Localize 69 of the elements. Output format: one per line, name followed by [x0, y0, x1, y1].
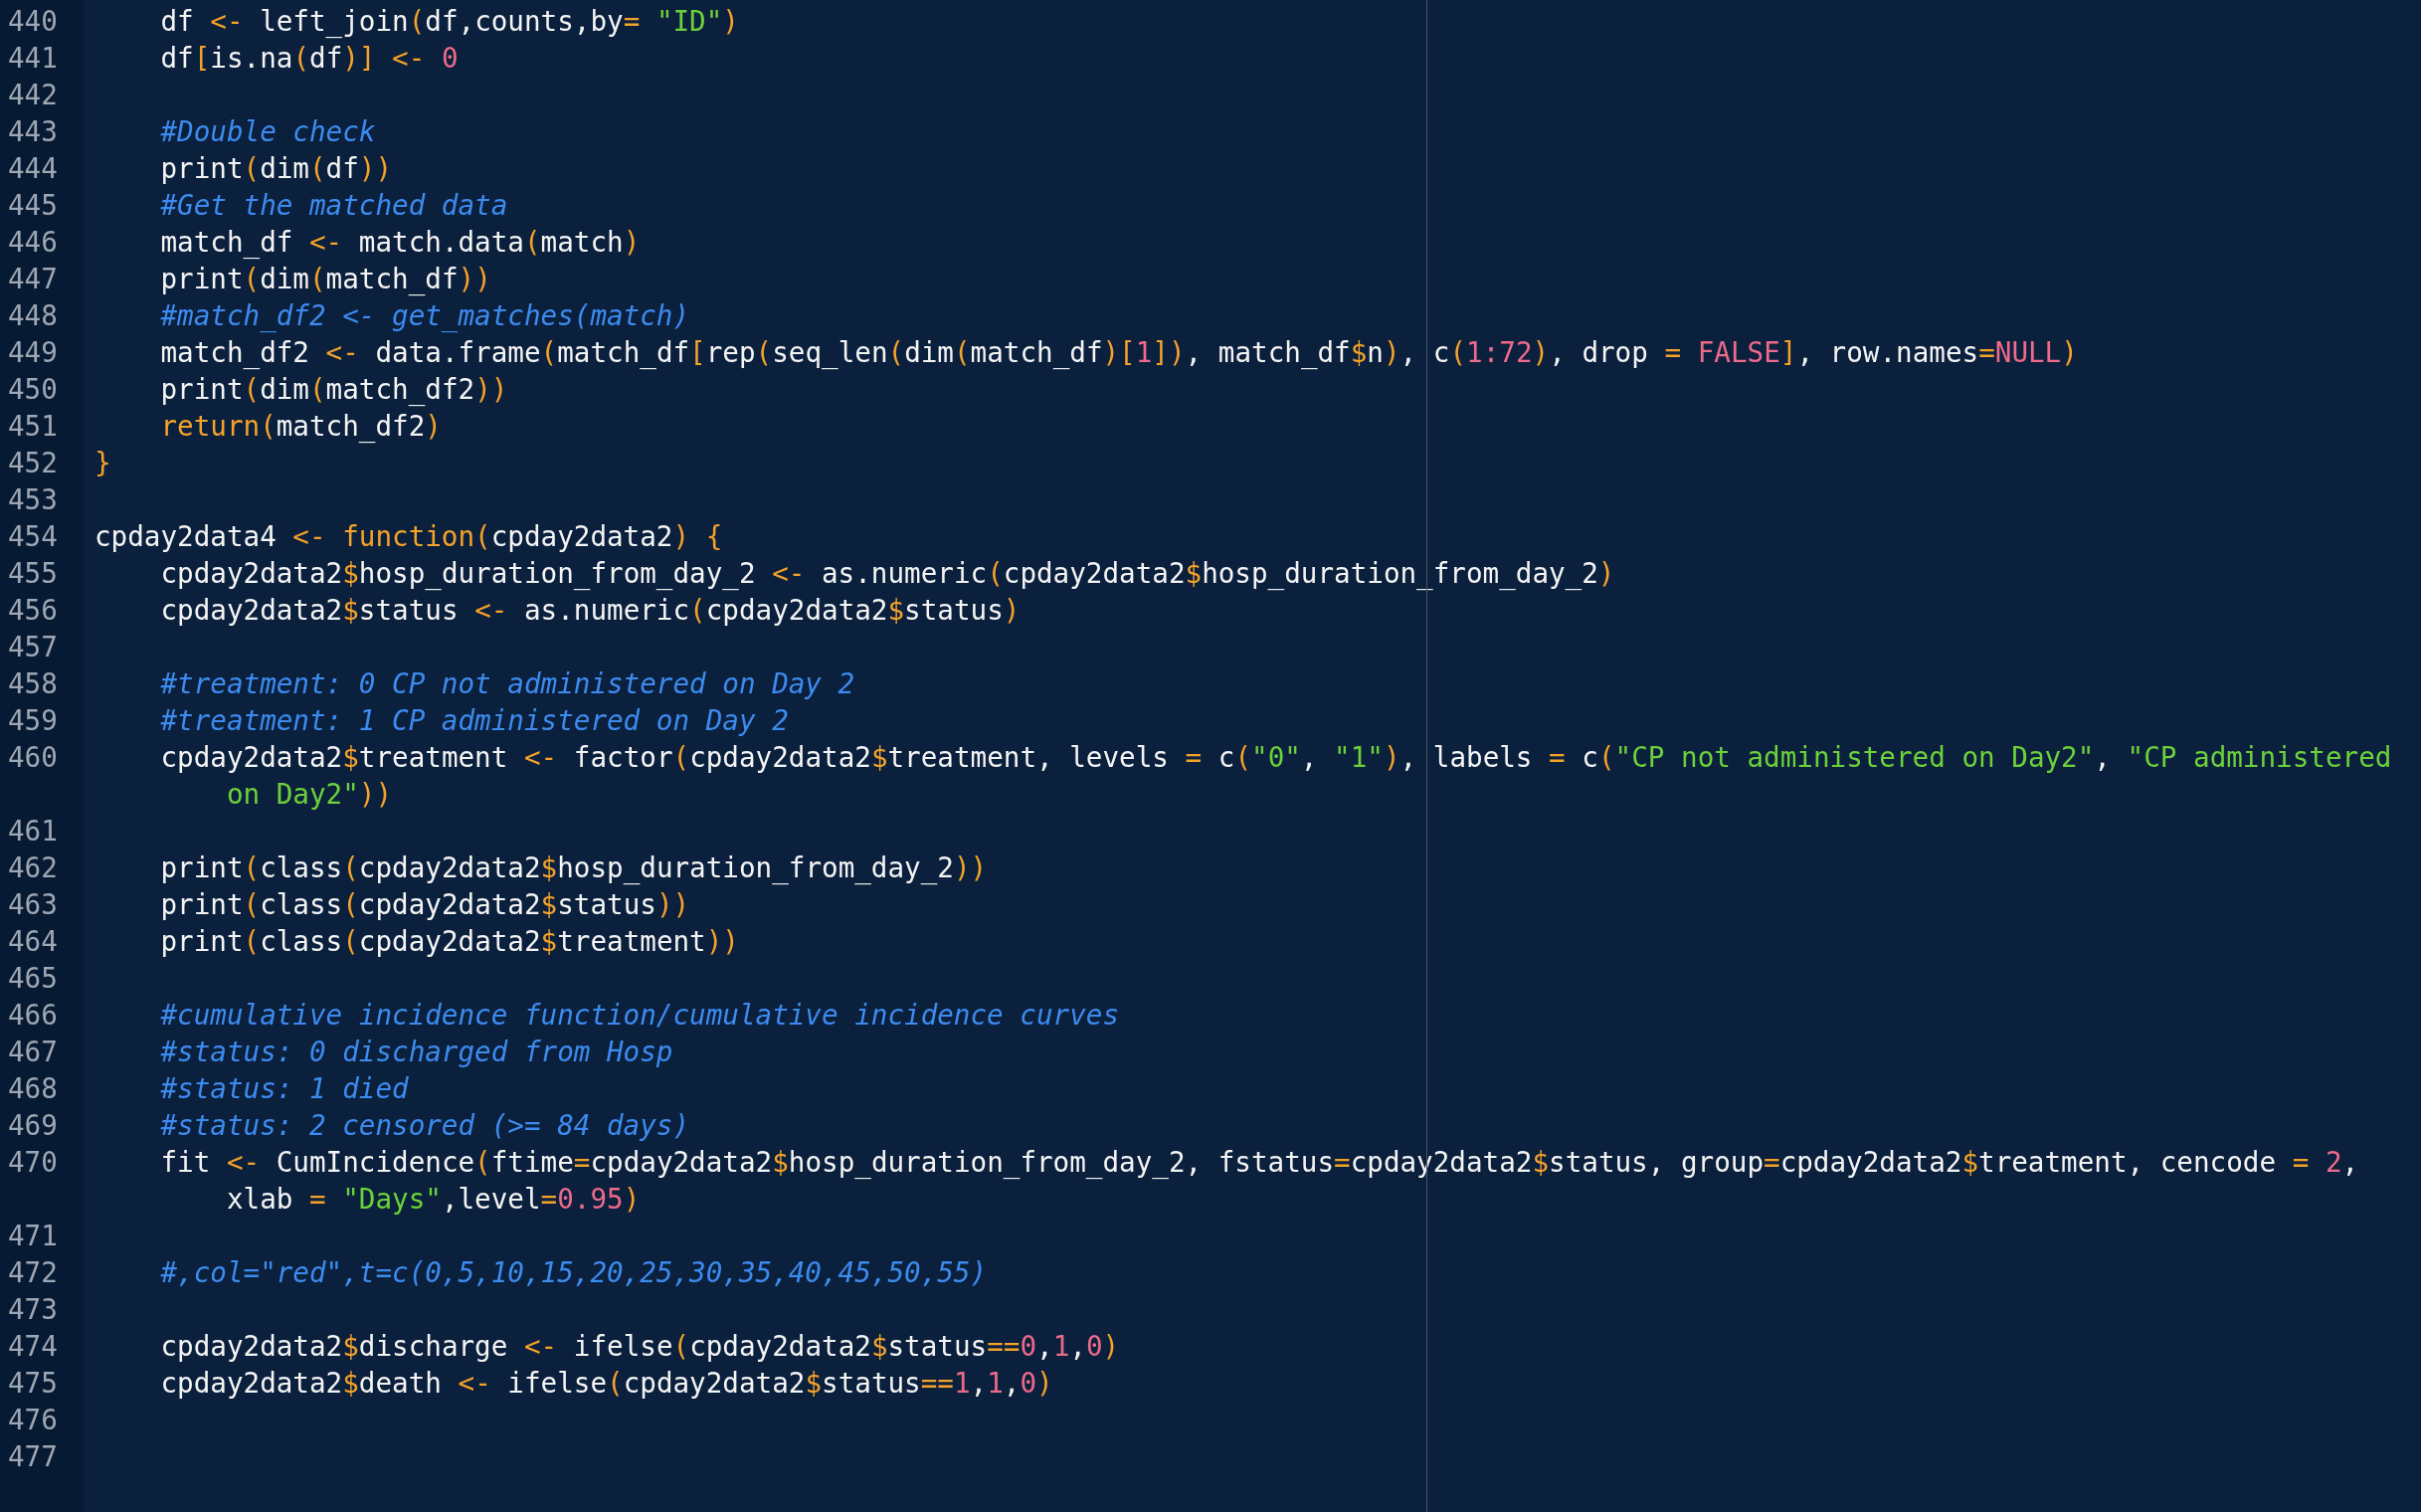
code-line: cpday2data2$treatment <- factor(cpday2data2$treatment, levels = c("0", "1"), labels = c("CP not administered on Day2", "CP administered: [159, 740, 2392, 776]
line-number: 454: [7, 519, 59, 555]
line-number: 443: [7, 114, 59, 150]
code-line: match_df2 <- data.frame(match_df[rep(seq_len(dim(match_df)[1]), match_df$n), c(1:72), drop = FALSE], row.names=NULL): [159, 335, 2078, 371]
code-line: print(dim(df)): [159, 151, 393, 187]
line-number: 477: [7, 1439, 59, 1475]
code-line: cpday2data4 <- function(cpday2data2) {: [94, 519, 723, 555]
line-number: 452: [7, 446, 59, 481]
line-number: 445: [7, 188, 59, 224]
line-number: 446: [7, 225, 59, 261]
code-line: #,col="red",t=c(0,5,10,15,20,25,30,35,40,45,50,55): [159, 1255, 988, 1291]
code-line: df <- left_join(df,counts,by= "ID"): [159, 4, 739, 40]
line-number: 441: [7, 41, 59, 77]
line-number: 469: [7, 1108, 59, 1144]
code-line: #treatment: 1 CP administered on Day 2: [159, 703, 789, 739]
code-line: #treatment: 0 CP not administered on Day 2: [159, 666, 855, 702]
line-number: 461: [7, 814, 59, 850]
code-line: cpday2data2$status <- as.numeric(cpday2data2$status): [159, 593, 1021, 629]
line-number: 456: [7, 593, 59, 629]
code-line: print(dim(match_df2)): [159, 372, 508, 408]
code-line: #status: 2 censored (>= 84 days): [159, 1108, 690, 1144]
line-number: 440: [7, 4, 59, 40]
code-line: #match_df2 <- get_matches(match): [159, 298, 690, 334]
line-number: 450: [7, 372, 59, 408]
line-number: 462: [7, 850, 59, 886]
code-line: fit <- CumIncidence(ftime=cpday2data2$hosp_duration_from_day_2, fstatus=cpday2data2$status, group=cpday2data2$treatment, cencode = 2,: [159, 1145, 2359, 1181]
line-number: 458: [7, 666, 59, 702]
code-line: #Double check: [159, 114, 376, 150]
line-number: 466: [7, 998, 59, 1034]
line-number: 453: [7, 482, 59, 518]
code-line: match_df <- match.data(match): [159, 225, 641, 261]
line-number: 468: [7, 1071, 59, 1107]
line-number: 460: [7, 740, 59, 776]
line-number: 474: [7, 1329, 59, 1365]
code-line: cpday2data2$discharge <- ifelse(cpday2data2$status==0,1,0): [159, 1329, 1120, 1365]
code-line: cpday2data2$hosp_duration_from_day_2 <- as.numeric(cpday2data2$hosp_duration_from_day_2): [159, 556, 1615, 592]
code-line: print(class(cpday2data2$status)): [159, 887, 690, 923]
code-line: print(class(cpday2data2$hosp_duration_from_day_2)): [159, 850, 988, 886]
code-line: }: [94, 446, 111, 481]
line-number: 475: [7, 1366, 59, 1402]
line-number: 449: [7, 335, 59, 371]
code-line: #status: 0 discharged from Hosp: [159, 1035, 673, 1070]
line-number: 476: [7, 1403, 59, 1438]
line-number: 465: [7, 961, 59, 997]
code-line: on Day2")): [225, 777, 393, 813]
code-line: #status: 1 died: [159, 1071, 409, 1107]
line-number: 459: [7, 703, 59, 739]
code-line: #cumulative incidence function/cumulative incidence curves: [159, 998, 1119, 1034]
code-line: print(class(cpday2data2$treatment)): [159, 924, 739, 960]
line-number: 464: [7, 924, 59, 960]
line-number: 451: [7, 409, 59, 445]
code-line: xlab = "Days",level=0.95): [225, 1182, 641, 1218]
line-number: 472: [7, 1255, 59, 1291]
line-number: 442: [7, 78, 59, 113]
code-line: return(match_df2): [159, 409, 442, 445]
line-number: 447: [7, 262, 59, 297]
line-number: 470: [7, 1145, 59, 1181]
line-number: 463: [7, 887, 59, 923]
code-line: df[is.na(df)] <- 0: [159, 41, 459, 77]
code-line: #Get the matched data: [159, 188, 508, 224]
line-number: 455: [7, 556, 59, 592]
line-number: 448: [7, 298, 59, 334]
line-number: 471: [7, 1219, 59, 1254]
line-number: 473: [7, 1292, 59, 1328]
code-line: print(dim(match_df)): [159, 262, 491, 297]
code-line: cpday2data2$death <- ifelse(cpday2data2$status==1,1,0): [159, 1366, 1053, 1402]
line-number: 444: [7, 151, 59, 187]
line-number: 467: [7, 1035, 59, 1070]
line-number: 457: [7, 630, 59, 665]
